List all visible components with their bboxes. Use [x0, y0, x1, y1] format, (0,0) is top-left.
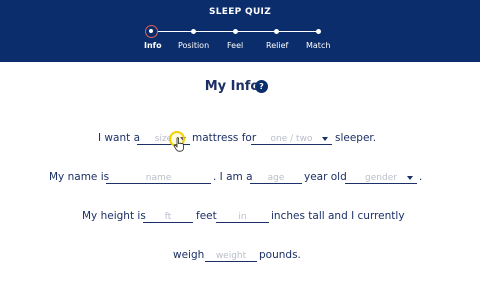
weight-input[interactable]: weight [205, 250, 257, 262]
age-input[interactable]: age [250, 172, 302, 184]
weight-placeholder: weight [215, 251, 247, 261]
step-dot-feel[interactable] [233, 29, 238, 34]
label-sleeper: sleeper. [335, 132, 377, 144]
step-label-feel[interactable]: Feel [227, 41, 243, 50]
gender-placeholder: gender [365, 173, 397, 183]
sleeper-count-select[interactable]: one / two [251, 133, 332, 145]
hand-pointer-icon [173, 137, 184, 152]
label-pounds: pounds. [259, 249, 301, 261]
page-title: My Info [204, 79, 260, 94]
chevron-down-icon [407, 176, 413, 180]
quiz-header: SLEEP QUIZ Info Position Feel Relief Mat… [0, 0, 480, 62]
label-i-am-a: . I am a [213, 171, 253, 183]
step-dot-position[interactable] [191, 29, 196, 34]
label-i-want-a: I want a [98, 132, 140, 144]
gender-select[interactable]: gender [345, 172, 417, 184]
step-dot-relief[interactable] [274, 29, 279, 34]
label-weigh: weigh [173, 249, 205, 261]
height-inches-input[interactable]: in [216, 211, 269, 223]
step-dot-match[interactable] [316, 29, 321, 34]
label-my-height-is: My height is [82, 210, 146, 222]
label-year-old: year old [304, 171, 347, 183]
step-label-relief[interactable]: Relief [266, 41, 288, 50]
sleeper-count-placeholder: one / two [270, 134, 313, 144]
inches-placeholder: in [238, 212, 247, 222]
feet-placeholder: ft [164, 212, 172, 222]
label-inches-tall: inches tall and I currently [271, 210, 405, 222]
name-input[interactable]: name [106, 172, 211, 184]
label-feet: feet [196, 210, 217, 222]
name-placeholder: name [145, 173, 172, 183]
quiz-title: SLEEP QUIZ [208, 7, 272, 17]
step-label-info[interactable]: Info [144, 41, 162, 50]
label-period: . [419, 171, 423, 183]
age-placeholder: age [267, 173, 285, 183]
step-dot-info[interactable] [145, 25, 158, 38]
chevron-down-icon [322, 137, 328, 141]
step-label-position[interactable]: Position [178, 41, 209, 50]
help-icon[interactable]: ? [255, 80, 268, 93]
label-mattress-for: mattress for [192, 132, 257, 144]
label-my-name-is: My name is [49, 171, 110, 183]
height-feet-input[interactable]: ft [143, 211, 193, 223]
step-label-match[interactable]: Match [306, 41, 330, 50]
